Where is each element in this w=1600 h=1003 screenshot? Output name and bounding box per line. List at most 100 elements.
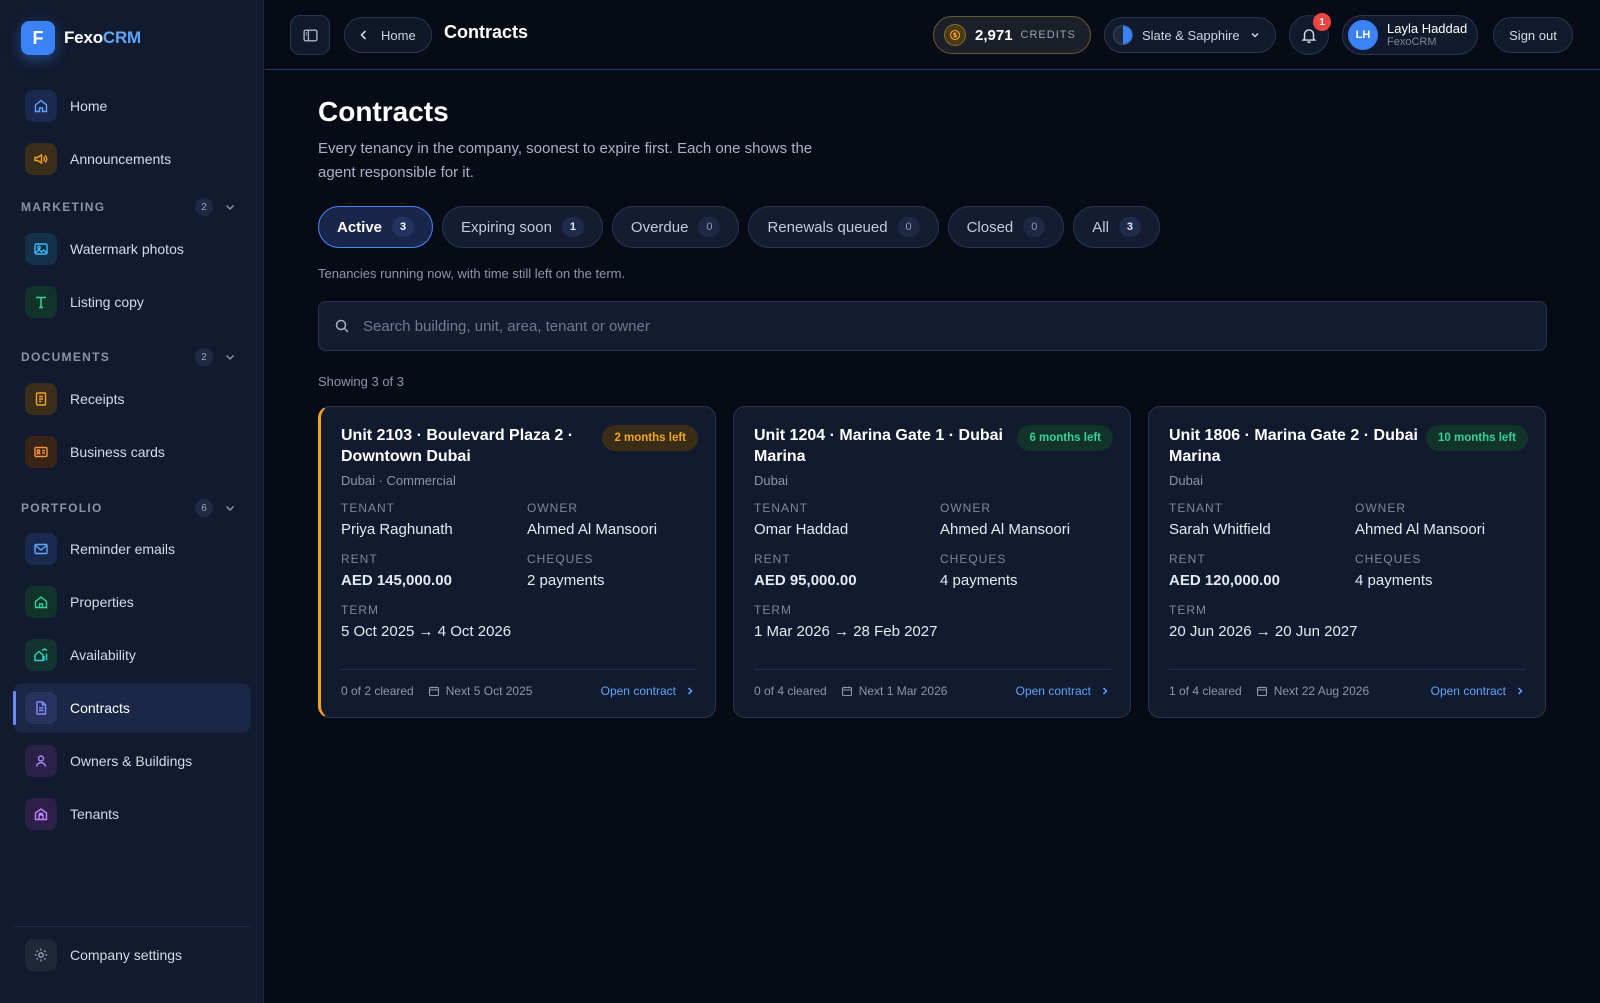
sidebar-item-properties[interactable]: Properties — [13, 577, 251, 627]
receipt-icon — [25, 383, 57, 415]
section-title: DOCUMENTS — [21, 350, 111, 364]
tab-overdue[interactable]: Overdue 0 — [611, 206, 740, 248]
section-count: 2 — [195, 198, 213, 216]
rent-amount: AED 95,000.00 — [754, 572, 857, 589]
tenant-field: TENANT Omar Haddad — [754, 501, 940, 538]
theme-select[interactable]: Slate & Sapphire — [1104, 17, 1276, 53]
sign-out-button[interactable]: Sign out — [1493, 17, 1573, 53]
sidebar-item-home[interactable]: Home — [13, 81, 251, 131]
section-marketing[interactable]: MARKETING 2 — [21, 197, 243, 217]
coin-icon — [944, 24, 966, 46]
term-dates: 20 Jun 2026 → 20 Jun 2027 — [1169, 623, 1358, 640]
image-icon — [25, 233, 57, 265]
contract-card[interactable]: Unit 1806 · Marina Gate 2 · Dubai Marina… — [1148, 406, 1546, 718]
credits-balance[interactable]: 2,971 CREDITS — [933, 16, 1091, 54]
calendar-icon — [428, 686, 439, 696]
sidebar-item-owners-buildings[interactable]: Owners & Buildings — [13, 736, 251, 786]
rent-field: RENT AED 95,000.00 — [754, 552, 940, 589]
chevron-down-icon — [225, 505, 235, 512]
tab-count-badge: 3 — [392, 217, 415, 237]
contract-details: TENANT Priya Raghunath OWNER Ahmed Al Ma… — [341, 501, 696, 589]
sidebar-item-watermark-photos[interactable]: Watermark photos — [13, 224, 251, 274]
next-payment-date: Next 22 Aug 2026 — [1273, 683, 1370, 698]
field-label: RENT — [1169, 552, 1206, 566]
open-contract-label: Open contract — [600, 683, 676, 698]
open-contract-link[interactable]: Open contract — [1016, 684, 1111, 698]
tab-all[interactable]: All 3 — [1073, 206, 1160, 248]
notification-count-badge: 1 — [1313, 13, 1331, 31]
sidebar-item-announcements[interactable]: Announcements — [13, 134, 251, 184]
field-label: TERM — [341, 603, 379, 617]
field-label: CHEQUES — [1355, 552, 1422, 566]
next-payment: Next 22 Aug 2026 — [1256, 684, 1369, 698]
field-label: TENANT — [754, 501, 808, 515]
contract-details: TENANT Sarah Whitfield OWNER Ahmed Al Ma… — [1169, 501, 1526, 589]
open-contract-label: Open contract — [1430, 683, 1506, 698]
contract-card[interactable]: Unit 2103 · Boulevard Plaza 2 · Downtown… — [318, 406, 716, 718]
tab-count-badge: 0 — [1023, 217, 1046, 237]
owner-field: OWNER Ahmed Al Mansoori — [940, 501, 1111, 538]
field-label: TERM — [1169, 603, 1207, 617]
section-documents[interactable]: DOCUMENTS 2 — [21, 347, 243, 367]
search-input[interactable] — [363, 317, 1546, 335]
owner-field: OWNER Ahmed Al Mansoori — [527, 501, 696, 538]
field-label: RENT — [754, 552, 791, 566]
tab-count-badge: 3 — [1118, 217, 1141, 237]
sidebar-item-business-cards[interactable]: Business cards — [13, 427, 251, 477]
sidebar-item-label: Contracts — [70, 700, 130, 716]
filter-tabs: Active 3 Expiring soon 1 Overdue 0 Renew… — [318, 206, 1160, 248]
sidebar-item-company-settings[interactable]: Company settings — [13, 930, 251, 980]
section-count: 2 — [195, 348, 213, 366]
sidebar-item-receipts[interactable]: Receipts — [13, 374, 251, 424]
field-label: OWNER — [527, 501, 578, 515]
results-count: Showing 3 of 3 — [318, 374, 405, 389]
brand[interactable]: F FexoCRM — [21, 21, 141, 55]
tab-closed[interactable]: Closed 0 — [947, 206, 1065, 248]
user-menu[interactable]: LH Layla Haddad FexoCRM — [1342, 15, 1478, 55]
sidebar-divider — [13, 926, 251, 927]
cheques-field: CHEQUES 4 payments — [940, 552, 1111, 589]
field-label: TENANT — [1169, 501, 1223, 515]
tab-count-badge: 0 — [897, 217, 920, 237]
sidebar-item-contracts[interactable]: Contracts — [13, 683, 251, 733]
back-button[interactable]: Home — [344, 17, 432, 53]
tab-renewals-queued[interactable]: Renewals queued 0 — [748, 206, 939, 248]
contract-location: Dubai · Commercial — [341, 473, 456, 488]
search-bar[interactable] — [318, 301, 1547, 351]
back-button-label: Home — [381, 27, 416, 43]
chevron-down-icon — [225, 204, 235, 211]
mail-icon — [25, 533, 57, 565]
theme-select-label: Slate & Sapphire — [1142, 27, 1240, 43]
sidebar-item-label: Properties — [70, 594, 134, 610]
notifications-button[interactable]: 1 — [1289, 13, 1331, 55]
tab-expiring-soon[interactable]: Expiring soon 1 — [442, 206, 603, 248]
cheques-count: 2 payments — [527, 572, 605, 589]
tenant-field: TENANT Priya Raghunath — [341, 501, 527, 538]
sidebar-item-listing-copy[interactable]: Listing copy — [13, 277, 251, 327]
open-contract-link[interactable]: Open contract — [601, 684, 696, 698]
rent-field: RENT AED 145,000.00 — [341, 552, 527, 589]
sidebar-item-availability[interactable]: Availability — [13, 630, 251, 680]
sidebar-item-label: Tenants — [70, 806, 120, 822]
section-portfolio[interactable]: PORTFOLIO 6 — [21, 498, 243, 518]
field-label: TENANT — [341, 501, 395, 515]
sidebar-item-tenants[interactable]: Tenants — [13, 789, 251, 839]
tab-active[interactable]: Active 3 — [318, 206, 434, 248]
contract-details: TENANT Omar Haddad OWNER Ahmed Al Mansoo… — [754, 501, 1111, 589]
sidebar-item-label: Listing copy — [70, 294, 144, 310]
chevron-right-icon — [1102, 686, 1108, 695]
sidebar-item-label: Availability — [70, 647, 136, 663]
theme-swatch-icon — [1113, 25, 1133, 45]
contract-card[interactable]: Unit 1204 · Marina Gate 1 · Dubai Marina… — [733, 406, 1131, 718]
field-label: CHEQUES — [527, 552, 594, 566]
sidebar-toggle-button[interactable] — [290, 15, 330, 55]
next-payment: Next 1 Mar 2026 — [841, 684, 947, 698]
next-payment-date: Next 5 Oct 2025 — [445, 683, 533, 698]
cleared-status: 0 of 4 cleared — [754, 683, 827, 698]
field-label: TERM — [754, 603, 792, 617]
open-contract-link[interactable]: Open contract — [1431, 684, 1526, 698]
chevron-down-icon — [1251, 32, 1259, 38]
text-icon — [25, 286, 57, 318]
tab-label: Active — [337, 218, 383, 236]
sidebar-item-reminder-emails[interactable]: Reminder emails — [13, 524, 251, 574]
